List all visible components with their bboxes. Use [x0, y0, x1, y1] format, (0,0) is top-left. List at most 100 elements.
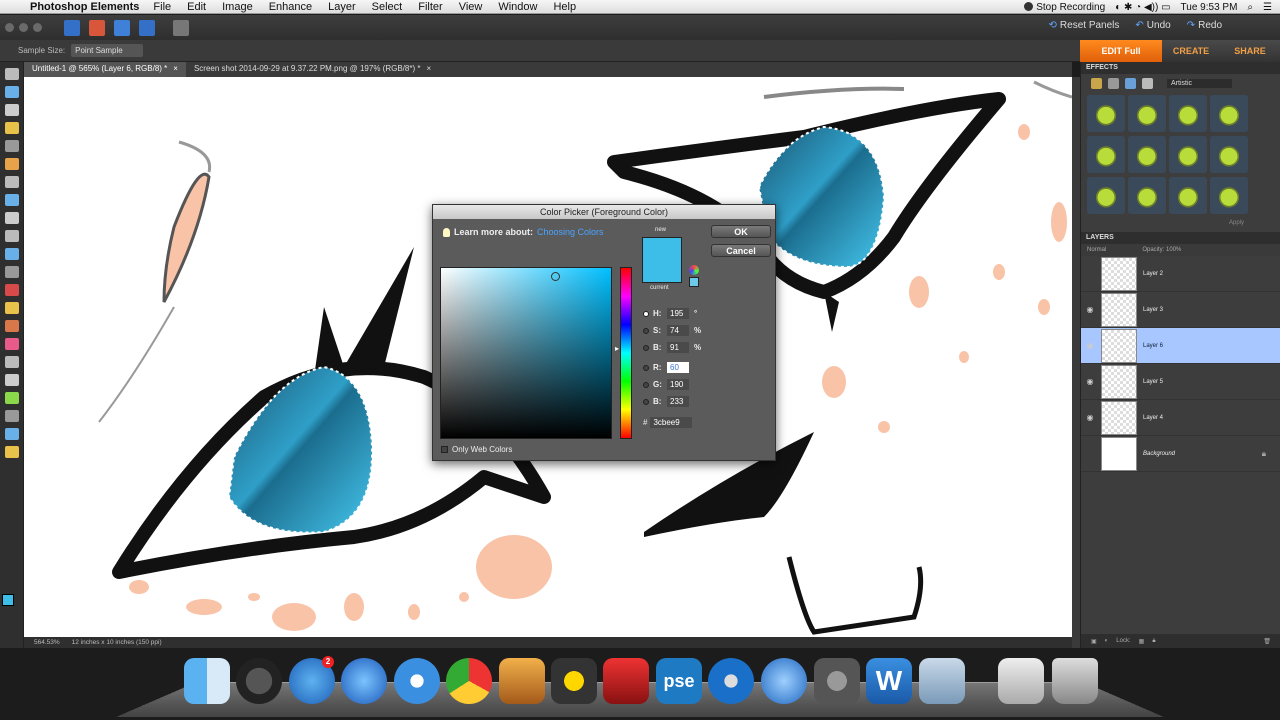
- eyedropper-tool-icon[interactable]: [5, 122, 19, 134]
- effect-thumbnail[interactable]: [1128, 95, 1166, 132]
- vertical-scrollbar[interactable]: [1072, 77, 1080, 648]
- straighten-tool-icon[interactable]: [5, 266, 19, 278]
- finder-icon[interactable]: [184, 658, 230, 704]
- tab-edit-full[interactable]: EDIT Full: [1080, 40, 1162, 62]
- tab-document-screenshot[interactable]: Screen shot 2014-09-29 at 9.37.22 PM.png…: [186, 62, 439, 77]
- dvd-player-icon[interactable]: [708, 658, 754, 704]
- lock-all-icon[interactable]: 🔒︎: [1152, 638, 1155, 645]
- blue-input[interactable]: 233: [667, 396, 689, 407]
- close-icon[interactable]: ×: [173, 64, 178, 75]
- red-eye-tool-icon[interactable]: [5, 284, 19, 296]
- layer-row-layer-5[interactable]: ◉ Layer 5: [1081, 364, 1280, 400]
- menu-filter[interactable]: Filter: [418, 1, 442, 13]
- type-tool-icon[interactable]: [5, 212, 19, 224]
- save-icon[interactable]: [114, 19, 130, 36]
- quicktime-icon[interactable]: [761, 658, 807, 704]
- photoshop-elements-icon[interactable]: pse: [656, 658, 702, 704]
- cancel-button[interactable]: Cancel: [711, 244, 771, 257]
- green-input[interactable]: 190: [667, 379, 689, 390]
- hue-radio[interactable]: [643, 310, 649, 317]
- downloads-icon[interactable]: [998, 658, 1044, 704]
- status-icons[interactable]: ◐ ✱ ◔ ◀)) ▭: [1115, 2, 1170, 13]
- gamut-warning-icon[interactable]: [689, 265, 699, 275]
- eye-icon[interactable]: ◉: [1081, 305, 1099, 314]
- tab-share[interactable]: SHARE: [1220, 40, 1280, 62]
- web-safe-swatch[interactable]: [689, 277, 699, 287]
- eye-icon[interactable]: ◉: [1081, 377, 1099, 386]
- effect-thumbnail[interactable]: [1169, 95, 1207, 132]
- effect-thumbnail[interactable]: [1210, 136, 1248, 173]
- effect-thumbnail[interactable]: [1128, 177, 1166, 214]
- blue-radio[interactable]: [643, 398, 649, 405]
- saturation-input[interactable]: 74: [667, 325, 689, 336]
- menu-clock[interactable]: Tue 9:53 PM: [1181, 2, 1238, 13]
- adjustment-layer-icon[interactable]: ◐: [1105, 638, 1109, 644]
- layer-row-layer-6[interactable]: ◉ Layer 6: [1081, 328, 1280, 364]
- eye-icon[interactable]: ◉: [1081, 413, 1099, 422]
- lock-transparent-icon[interactable]: ▦: [1139, 638, 1145, 645]
- effect-thumbnail[interactable]: [1087, 177, 1125, 214]
- zoom-readout[interactable]: 564.53%: [34, 639, 60, 646]
- brush-tool-icon[interactable]: [5, 356, 19, 368]
- all-effects-icon[interactable]: [1142, 78, 1153, 89]
- sponge-tool-icon[interactable]: [5, 446, 19, 458]
- undo-button[interactable]: ↶ Undo: [1135, 20, 1170, 31]
- layer-row-layer-2[interactable]: Layer 2: [1081, 256, 1280, 292]
- close-window-button[interactable]: [5, 23, 14, 32]
- menu-enhance[interactable]: Enhance: [269, 1, 312, 13]
- effects-panel-header[interactable]: EFFECTS: [1081, 62, 1280, 74]
- smart-brush-icon[interactable]: [5, 374, 19, 386]
- menu-image[interactable]: Image: [222, 1, 253, 13]
- chrome-icon[interactable]: [446, 658, 492, 704]
- effect-thumbnail[interactable]: [1169, 177, 1207, 214]
- brightness-input[interactable]: 91: [667, 342, 689, 353]
- delete-layer-icon[interactable]: 🗑︎: [1263, 638, 1271, 645]
- foreground-color-swatch[interactable]: [2, 594, 14, 606]
- photo-effects-icon[interactable]: [1125, 78, 1136, 89]
- reset-panels-button[interactable]: ⟲ Reset Panels: [1049, 20, 1120, 31]
- preview-icon[interactable]: [919, 658, 965, 704]
- list-icon[interactable]: ☰: [1263, 2, 1272, 13]
- menu-view[interactable]: View: [459, 1, 483, 13]
- close-icon[interactable]: ×: [426, 64, 431, 75]
- open-file-icon[interactable]: [89, 19, 105, 36]
- word-icon[interactable]: W: [866, 658, 912, 704]
- zoom-window-button[interactable]: [33, 23, 42, 32]
- menu-window[interactable]: Window: [498, 1, 537, 13]
- ok-button[interactable]: OK: [711, 225, 771, 238]
- choosing-colors-link[interactable]: Choosing Colors: [537, 227, 604, 237]
- effect-thumbnail[interactable]: [1210, 177, 1248, 214]
- menu-app-name[interactable]: Photoshop Elements: [30, 1, 139, 13]
- menu-layer[interactable]: Layer: [328, 1, 356, 13]
- marquee-tool-icon[interactable]: [5, 140, 19, 152]
- selection-brush-icon[interactable]: [5, 194, 19, 206]
- effect-thumbnail[interactable]: [1169, 136, 1207, 173]
- effect-thumbnail[interactable]: [1087, 95, 1125, 132]
- help-icon[interactable]: [139, 19, 155, 36]
- menu-file[interactable]: File: [153, 1, 171, 13]
- effect-thumbnail[interactable]: [1128, 136, 1166, 173]
- spotlight-icon[interactable]: ⌕: [1247, 2, 1253, 13]
- filters-icon[interactable]: [1091, 78, 1102, 89]
- minimize-window-button[interactable]: [19, 23, 28, 32]
- sample-size-select[interactable]: Point Sample: [71, 44, 143, 57]
- layer-styles-icon[interactable]: [1108, 78, 1119, 89]
- saturation-brightness-field[interactable]: [440, 267, 612, 439]
- blur-tool-icon[interactable]: [5, 428, 19, 440]
- redo-button[interactable]: ↷ Redo: [1187, 20, 1222, 31]
- apply-effect-button[interactable]: Apply: [1229, 220, 1280, 226]
- trash-icon[interactable]: [1052, 658, 1098, 704]
- saturation-radio[interactable]: [643, 327, 649, 334]
- menu-edit[interactable]: Edit: [187, 1, 206, 13]
- menu-select[interactable]: Select: [372, 1, 403, 13]
- tab-document-untitled[interactable]: Untitled-1 @ 565% (Layer 6, RGB/8) * ×: [24, 62, 186, 77]
- eye-icon[interactable]: ◉: [1081, 341, 1099, 350]
- effect-thumbnail[interactable]: [1210, 95, 1248, 132]
- only-web-colors-option[interactable]: Only Web Colors: [441, 445, 512, 454]
- dialog-title[interactable]: Color Picker (Foreground Color): [433, 205, 775, 219]
- green-radio[interactable]: [643, 381, 649, 388]
- zoom-tool-icon[interactable]: [5, 86, 19, 98]
- safari-icon[interactable]: [394, 658, 440, 704]
- hex-input[interactable]: 3cbee9: [650, 417, 693, 428]
- hand-tool-icon[interactable]: [5, 104, 19, 116]
